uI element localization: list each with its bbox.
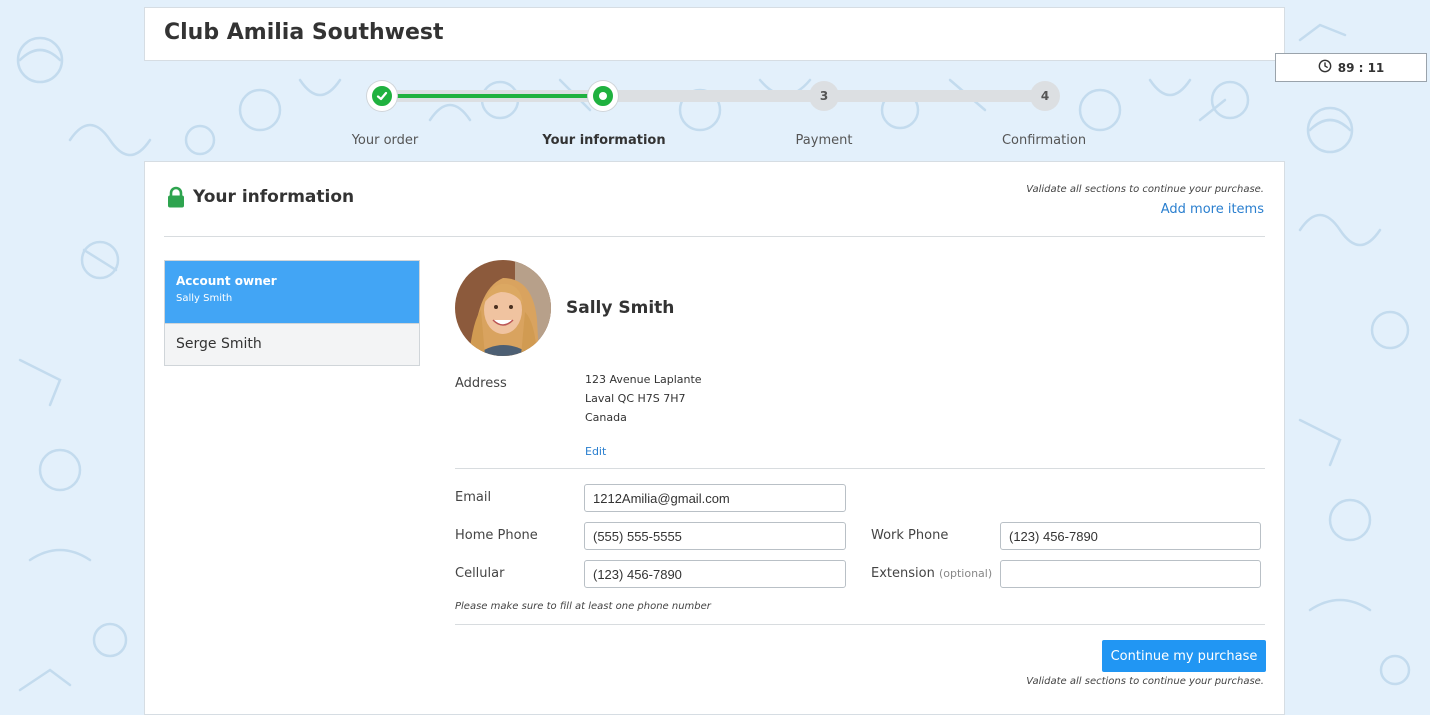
current-step-dot	[599, 92, 607, 100]
optional-hint: (optional)	[938, 567, 993, 580]
cellular-field[interactable]	[584, 560, 846, 588]
address-divider	[455, 468, 1265, 469]
phone-requirement-note: Please make sure to fill at least one ph…	[455, 601, 711, 612]
work-phone-field[interactable]	[1000, 522, 1261, 550]
avatar	[455, 260, 551, 356]
extension-label-text: Extension	[871, 566, 935, 581]
address-line-2: Laval QC H7S 7H7	[585, 392, 686, 405]
email-field[interactable]	[584, 484, 846, 512]
profile-name: Sally Smith	[566, 298, 675, 318]
work-phone-label: Work Phone	[871, 528, 949, 543]
check-icon	[376, 91, 388, 101]
step-label-payment: Payment	[795, 133, 853, 148]
address-label: Address	[455, 376, 507, 391]
lock-icon	[166, 186, 186, 208]
member-item-sally-smith[interactable]: Account owner Sally Smith	[165, 261, 419, 323]
cellular-label: Cellular	[455, 566, 505, 581]
form-divider	[455, 624, 1265, 625]
address-line-1: 123 Avenue Laplante	[585, 373, 702, 386]
continue-purchase-button[interactable]: Continue my purchase	[1102, 640, 1266, 672]
extension-field[interactable]	[1000, 560, 1261, 588]
header-card: Club Amilia Southwest	[144, 7, 1285, 61]
validate-note-bottom: Validate all sections to continue your p…	[1026, 676, 1264, 687]
member-name: Sally Smith	[176, 293, 233, 304]
header-divider	[164, 236, 1265, 237]
step-1-circle	[367, 81, 397, 111]
section-title: Your information	[193, 187, 355, 207]
add-more-items-link[interactable]: Add more items	[1161, 202, 1264, 217]
section-header: Your information	[166, 186, 354, 208]
member-list: Account owner Sally Smith Serge Smith	[164, 260, 420, 366]
edit-address-link[interactable]: Edit	[585, 445, 606, 458]
validate-note-top: Validate all sections to continue your p…	[1026, 184, 1264, 195]
clock-icon	[1318, 59, 1332, 76]
home-phone-label: Home Phone	[455, 528, 538, 543]
member-item-serge-smith[interactable]: Serge Smith	[165, 323, 419, 365]
member-role: Account owner	[176, 274, 277, 288]
email-label: Email	[455, 490, 492, 505]
step-label-your-information: Your information	[542, 133, 666, 148]
address-line-3: Canada	[585, 411, 627, 424]
step-label-your-order: Your order	[351, 133, 419, 148]
step-3-circle: 3	[809, 81, 839, 111]
session-timer: 89 : 11	[1275, 53, 1427, 82]
progress-fill	[385, 94, 603, 98]
home-phone-field[interactable]	[584, 522, 846, 550]
step-2-circle	[588, 81, 618, 111]
information-card: Your information Validate all sections t…	[144, 161, 1285, 715]
extension-label: Extension (optional)	[871, 566, 992, 581]
club-title: Club Amilia Southwest	[164, 20, 444, 45]
timer-value: 89 : 11	[1337, 60, 1385, 75]
step-label-confirmation: Confirmation	[1001, 133, 1087, 148]
step-4-circle: 4	[1030, 81, 1060, 111]
